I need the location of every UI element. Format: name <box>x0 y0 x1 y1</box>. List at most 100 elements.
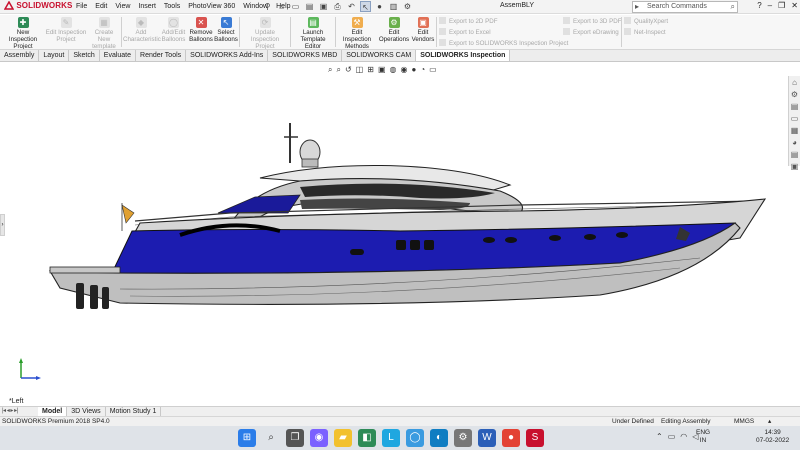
graphics-area[interactable] <box>0 63 800 406</box>
tab-mbd[interactable]: SOLIDWORKS MBD <box>268 50 343 61</box>
select-balloons-button[interactable]: ↖ Select Balloons <box>214 15 238 49</box>
select-icon[interactable]: ↖ <box>360 1 371 12</box>
appearances-icon[interactable]: ◕ <box>790 137 799 148</box>
print-icon[interactable]: ⎙ <box>332 1 343 12</box>
tab-cam[interactable]: SOLIDWORKS CAM <box>342 50 417 61</box>
search-icon[interactable]: ⌕ <box>262 429 280 447</box>
edit-inspection-project-button[interactable]: ✎ Edit Inspection Project <box>45 15 87 49</box>
tab-layout[interactable]: Layout <box>39 50 70 61</box>
l-app-icon[interactable]: L <box>382 429 400 447</box>
menu-edit[interactable]: Edit <box>91 2 111 12</box>
create-new-template-button[interactable]: ▦ Create New template <box>88 15 120 50</box>
options-icon[interactable]: ⚙ <box>402 1 413 12</box>
design-library-icon[interactable]: ▤ <box>790 101 799 112</box>
launch-template-editor-button[interactable]: ▤ Launch Template Editor <box>292 15 334 50</box>
qualityxpert-button[interactable]: QualityXpert <box>624 17 668 26</box>
tab-scroll-arrows-icon[interactable]: |◂ ◂ ▸ ▸| <box>0 407 38 416</box>
edge-icon[interactable]: ◐ <box>430 429 448 447</box>
scenes-icon[interactable]: ◔ <box>420 65 425 75</box>
clock[interactable]: 14:39 07-02-2022 <box>756 429 789 445</box>
tab-3d-views[interactable]: 3D Views <box>67 407 106 416</box>
export-3d-pdf-button[interactable]: Export to 3D PDF <box>563 17 622 26</box>
new-document-icon[interactable]: ▭ <box>290 1 301 12</box>
settings-icon[interactable]: ⚙ <box>454 429 472 447</box>
customize-status-icon[interactable]: ▴ <box>768 417 771 426</box>
task-view-icon[interactable]: ❐ <box>286 429 304 447</box>
search-icon[interactable]: ⌕ <box>731 2 735 12</box>
language-indicator[interactable]: ENG IN <box>696 429 710 445</box>
edit-vendors-button[interactable]: ▣ Edit Vendors <box>411 15 435 49</box>
search-scope-icon[interactable]: ▸ <box>635 2 639 12</box>
new-inspection-project-button[interactable]: ✚ New Inspection Project <box>2 15 44 50</box>
edit-inspection-methods-button[interactable]: ⚒ Edit Inspection Methods <box>337 15 377 50</box>
undo-icon[interactable]: ↶ <box>346 1 357 12</box>
export-2d-pdf-button[interactable]: Export to 2D PDF <box>439 17 498 26</box>
store-icon[interactable]: ◧ <box>358 429 376 447</box>
open-icon[interactable]: ▤ <box>304 1 315 12</box>
network-icon[interactable]: ◠ <box>680 432 687 441</box>
pin-icon[interactable]: ⚲ <box>262 1 273 12</box>
home-tab-icon[interactable]: ⌂ <box>790 77 799 88</box>
cortana-icon[interactable]: ◯ <box>406 429 424 447</box>
menu-view[interactable]: View <box>111 2 134 12</box>
resources-tab-icon[interactable]: ⚙ <box>790 89 799 100</box>
section-view-icon[interactable]: ◫ <box>356 65 364 75</box>
menu-insert[interactable]: Insert <box>134 2 160 12</box>
solidworks-forum-icon[interactable]: ▣ <box>790 161 799 172</box>
add-characteristic-button[interactable]: ◆ Add Characteristic <box>123 15 161 49</box>
close-icon[interactable]: ✕ <box>791 1 798 10</box>
tab-addins[interactable]: SOLIDWORKS Add-Ins <box>186 50 269 61</box>
tab-assembly[interactable]: Assembly <box>0 50 40 61</box>
view-orientation-icon[interactable]: ▣ <box>378 65 386 75</box>
search-input[interactable]: Search Commands <box>647 3 707 10</box>
update-inspection-project-button[interactable]: ⟳ Update Inspection Project <box>241 15 289 50</box>
yacht-model[interactable] <box>0 63 800 406</box>
export-edrawing-button[interactable]: Export eDrawing <box>563 28 619 37</box>
edit-appearance-icon[interactable]: ● <box>411 65 416 75</box>
net-inspect-button[interactable]: Net-Inspect <box>624 28 666 37</box>
feature-manager-toggle[interactable]: › <box>0 214 5 236</box>
help-icon[interactable]: ? <box>757 1 761 10</box>
tray-overflow-icon[interactable]: ⌃ <box>656 432 663 441</box>
edit-operations-button[interactable]: ⚙ Edit Operations <box>378 15 410 49</box>
teams-icon[interactable]: ◉ <box>310 429 328 447</box>
home-icon[interactable]: ⌂ <box>276 1 287 12</box>
menu-tools[interactable]: Tools <box>160 2 184 12</box>
restore-icon[interactable]: ❐ <box>778 1 785 10</box>
tab-evaluate[interactable]: Evaluate <box>100 50 137 61</box>
zoom-to-fit-icon[interactable]: ⌕ <box>328 65 332 75</box>
solidworks-logo[interactable]: SOLIDWORKS <box>4 1 72 13</box>
add-edit-balloons-button[interactable]: ◯ Add/Edit Balloons <box>160 15 187 49</box>
custom-properties-icon[interactable]: ▤ <box>790 149 799 160</box>
export-inspection-project-button[interactable]: Export to SOLIDWORKS Inspection Project <box>439 39 568 48</box>
search-commands[interactable]: ▸ Search Commands ⌕ <box>632 1 738 13</box>
file-explorer-icon[interactable]: ▭ <box>790 113 799 124</box>
battery-icon[interactable]: ▭ <box>668 432 676 441</box>
export-excel-button[interactable]: Export to Excel <box>439 28 491 37</box>
units-selector[interactable]: MMGS <box>734 417 754 426</box>
rebuild-icon[interactable]: ● <box>374 1 385 12</box>
save-icon[interactable]: ▣ <box>318 1 329 12</box>
dynamic-annotation-icon[interactable]: ⊞ <box>367 65 374 75</box>
chrome-icon[interactable]: ● <box>502 429 520 447</box>
windows-start-icon[interactable]: ⊞ <box>238 429 256 447</box>
hide-show-icon[interactable]: ◉ <box>400 65 407 75</box>
menu-file[interactable]: File <box>72 2 91 12</box>
previous-view-icon[interactable]: ↺ <box>345 65 352 75</box>
remove-balloons-button[interactable]: ✕ Remove Balloons <box>188 15 214 49</box>
view-settings-icon[interactable]: ▭ <box>429 65 437 75</box>
word-icon[interactable]: W <box>478 429 496 447</box>
minimize-icon[interactable]: – <box>768 1 772 10</box>
file-properties-icon[interactable]: ▥ <box>388 1 399 12</box>
solidworks-taskbar-icon[interactable]: S <box>526 429 544 447</box>
tab-inspection[interactable]: SOLIDWORKS Inspection <box>416 50 511 61</box>
menu-photoview[interactable]: PhotoView 360 <box>184 2 239 12</box>
view-palette-icon[interactable]: ▦ <box>790 125 799 136</box>
tab-render-tools[interactable]: Render Tools <box>136 50 187 61</box>
file-explorer-icon[interactable]: ▰ <box>334 429 352 447</box>
tab-sketch[interactable]: Sketch <box>69 50 100 61</box>
tab-model[interactable]: Model <box>38 407 68 416</box>
zoom-area-icon[interactable]: ⌕ <box>336 65 340 75</box>
tab-motion-study[interactable]: Motion Study 1 <box>106 407 162 416</box>
display-style-icon[interactable]: ◍ <box>390 65 397 75</box>
